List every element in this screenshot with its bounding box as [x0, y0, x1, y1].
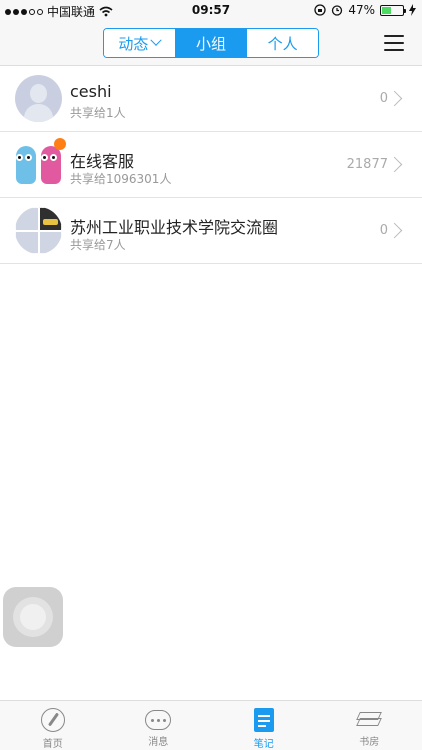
chevron-right-icon	[386, 156, 403, 173]
status-right: 47%	[314, 3, 416, 17]
group-title: ceshi	[70, 82, 112, 101]
rotation-lock-icon	[314, 4, 326, 16]
segment-groups-label: 小组	[196, 34, 227, 53]
nav-bar: 动态 小组 个人	[0, 22, 422, 66]
assistive-touch-button[interactable]	[3, 587, 63, 647]
tab-bookshelf[interactable]: 书房	[317, 701, 422, 750]
battery-percent: 47%	[348, 3, 375, 17]
segment-personal-label: 个人	[267, 34, 298, 53]
view-segmented-control: 动态 小组 个人	[103, 28, 319, 58]
group-title: 苏州工业职业技术学院交流圈	[70, 218, 279, 237]
compass-icon	[40, 708, 65, 732]
segment-groups[interactable]: 小组	[174, 29, 247, 57]
chevron-right-icon	[386, 222, 403, 239]
tab-notes-label: 笔记	[253, 739, 274, 750]
books-icon	[356, 710, 383, 730]
segment-personal[interactable]: 个人	[246, 29, 318, 57]
list-item[interactable]: ceshi 共享给1人 0	[0, 66, 422, 132]
tab-bookshelf-label: 书房	[359, 737, 380, 748]
tab-home[interactable]: 首页	[0, 701, 106, 750]
unread-badge	[54, 138, 66, 150]
group-list: ceshi 共享给1人 0 在线客服 共享给1096301人 21877 苏州工…	[0, 66, 422, 264]
group-share-info: 共享给7人	[70, 238, 126, 252]
tab-notes[interactable]: 笔记	[211, 701, 317, 750]
charging-icon	[409, 4, 416, 16]
list-item[interactable]: 苏州工业职业技术学院交流圈 共享给7人 0	[0, 198, 422, 264]
tab-messages-label: 消息	[148, 737, 169, 748]
tab-messages[interactable]: 消息	[106, 701, 212, 750]
group-share-info: 共享给1人	[70, 106, 126, 120]
group-grid-avatar	[15, 207, 62, 254]
tab-home-label: 首页	[42, 739, 63, 750]
chevron-right-icon	[386, 90, 403, 107]
note-icon	[253, 708, 274, 732]
status-bar: 中国联通 09:57 47%	[0, 0, 422, 22]
chevron-down-icon	[150, 34, 163, 46]
group-title: 在线客服	[70, 152, 135, 171]
group-share-info: 共享给1096301人	[70, 172, 172, 186]
menu-icon[interactable]	[384, 35, 404, 51]
default-person-avatar	[15, 75, 62, 122]
segment-dynamic-label: 动态	[118, 34, 149, 53]
alarm-icon	[332, 5, 343, 16]
battery-icon	[380, 4, 406, 16]
group-count: 21877	[346, 157, 388, 172]
tab-bar: 首页 消息 笔记 书房	[0, 700, 422, 750]
list-item[interactable]: 在线客服 共享给1096301人 21877	[0, 132, 422, 198]
chat-bubble-icon	[145, 710, 172, 730]
segment-dynamic[interactable]: 动态	[104, 29, 175, 57]
mascot-avatar	[15, 138, 66, 188]
